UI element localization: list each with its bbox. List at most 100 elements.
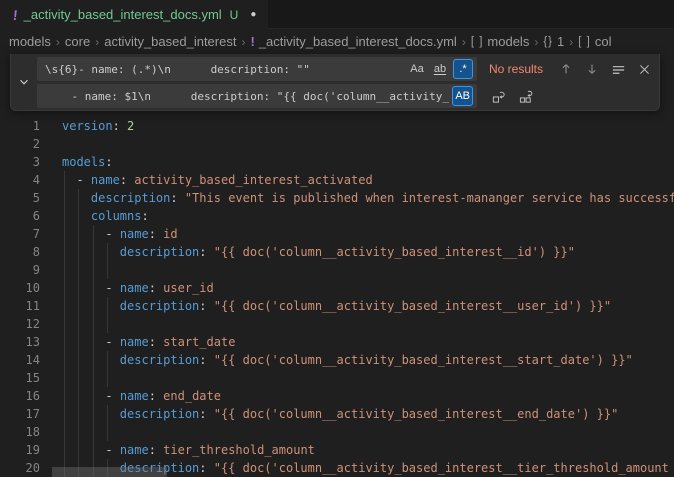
whole-word-button[interactable]: ab (430, 59, 450, 79)
line-number: 16 (0, 387, 40, 405)
line-number: 14 (0, 351, 40, 369)
breadcrumb-item-core[interactable]: core (65, 34, 90, 49)
indent-guide (107, 423, 108, 441)
line-number: 3 (0, 153, 40, 171)
symbol-object-icon: {} (543, 36, 553, 48)
line-number: 20 (0, 459, 40, 477)
close-icon (638, 63, 651, 76)
indent-guide (93, 261, 94, 279)
line-number: 15 (0, 369, 40, 387)
code-line[interactable]: 4 - name: activity_based_interest_activa… (0, 171, 674, 189)
find-row: \s{6}- name: (.*)\n description: "" Aa a… (37, 57, 655, 81)
regex-button[interactable]: .* (453, 59, 473, 79)
line-number: 11 (0, 297, 40, 315)
indent-guide (64, 315, 65, 333)
indent-guide (93, 369, 94, 387)
line-content: - name: end_date (62, 387, 221, 405)
line-content: columns: (62, 207, 149, 225)
breadcrumb-separator-icon: › (461, 35, 467, 49)
next-match-button[interactable] (581, 58, 603, 80)
breadcrumb-item-1[interactable]: {}1 (543, 34, 564, 49)
code-line[interactable]: 3 models: (0, 153, 674, 171)
close-find-button[interactable] (633, 58, 655, 80)
breadcrumb-separator-icon: › (94, 35, 100, 49)
code-line[interactable]: 8 description: "{{ doc('column__activity… (0, 243, 674, 261)
code-line[interactable]: 14 description: "{{ doc('column__activit… (0, 351, 674, 369)
line-number: 19 (0, 441, 40, 459)
breadcrumb-separator-icon: › (533, 35, 539, 49)
replace-all-icon (519, 89, 534, 104)
line-number: 2 (0, 135, 40, 153)
breadcrumb-item-activity-based-interest[interactable]: activity_based_interest (104, 34, 236, 49)
line-number: 13 (0, 333, 40, 351)
vscode-window: ! _activity_based_interest_docs.yml U ● … (0, 0, 674, 477)
breadcrumb-label: _activity_based_interest_docs.yml (259, 34, 457, 49)
breadcrumb-item-col[interactable]: [ ]col (578, 34, 611, 49)
tab-active-file[interactable]: ! _activity_based_interest_docs.yml U ● (0, 0, 268, 29)
code-line[interactable]: 16 - name: end_date (0, 387, 674, 405)
breadcrumb-item-models[interactable]: [ ]models (471, 34, 530, 49)
line-number: 5 (0, 189, 40, 207)
line-number: 17 (0, 405, 40, 423)
indent-guide (93, 315, 94, 333)
indent-guide (64, 423, 65, 441)
line-content: description: "{{ doc('column__activity_b… (62, 405, 618, 423)
match-case-button[interactable]: Aa (407, 59, 427, 79)
indent-guide (78, 315, 79, 333)
breadcrumb-label: models (487, 34, 529, 49)
symbol-array-icon: [ ] (578, 36, 591, 48)
code-line[interactable]: 18 (0, 423, 674, 441)
replace-all-button[interactable] (515, 85, 537, 107)
symbol-array-icon: [ ] (471, 36, 484, 48)
code-line[interactable]: 2 (0, 135, 674, 153)
code-line[interactable]: 7 - name: id (0, 225, 674, 243)
breadcrumb-item--activity-based-interest-docs-yml[interactable]: ! _activity_based_interest_docs.yml (250, 34, 456, 49)
find-results-status: No results (489, 62, 543, 76)
code-line[interactable]: 1version: 2 (0, 117, 674, 135)
indent-guide (64, 369, 65, 387)
code-line[interactable]: 19 - name: tier_threshold_amount (0, 441, 674, 459)
git-untracked-badge: U (230, 8, 239, 22)
yaml-file-icon: ! (250, 34, 254, 49)
code-line[interactable]: 9 (0, 261, 674, 279)
indent-guide (64, 261, 65, 279)
yaml-file-icon: ! (12, 8, 18, 22)
horizontal-scrollbar[interactable] (52, 467, 167, 477)
find-input[interactable]: \s{6}- name: (.*)\n description: "" Aa a… (37, 57, 477, 81)
arrow-up-icon (559, 62, 573, 76)
code-line[interactable]: 11 description: "{{ doc('column__activit… (0, 297, 674, 315)
previous-match-button[interactable] (555, 58, 577, 80)
line-number: 4 (0, 171, 40, 189)
breadcrumb-separator-icon: › (55, 35, 61, 49)
code-line[interactable]: 17 description: "{{ doc('column__activit… (0, 405, 674, 423)
code-area[interactable]: 1version: 223 models:4 - name: activity_b… (0, 117, 674, 477)
selection-lines-icon (611, 62, 626, 77)
code-line[interactable]: 15 (0, 369, 674, 387)
find-replace-widget: \s{6}- name: (.*)\n description: "" Aa a… (10, 54, 660, 111)
find-in-selection-button[interactable] (607, 58, 629, 80)
tab-bar: ! _activity_based_interest_docs.yml U ● (0, 0, 674, 29)
replace-one-button[interactable] (487, 85, 509, 107)
code-line[interactable]: 13 - name: start_date (0, 333, 674, 351)
line-number: 9 (0, 261, 40, 279)
replace-icon (491, 89, 506, 104)
editor-pane[interactable]: 1version: 223 models:4 - name: activity_b… (0, 53, 674, 477)
code-line[interactable]: 12 (0, 315, 674, 333)
line-content: - name: start_date (62, 333, 235, 351)
breadcrumb-separator-icon: › (568, 35, 574, 49)
line-number: 7 (0, 225, 40, 243)
replace-input[interactable]: - name: $1\n description: "{{ doc('colum… (37, 84, 477, 108)
line-content: models: (62, 153, 113, 171)
line-number: 10 (0, 279, 40, 297)
breadcrumb: models › core › activity_based_interest ›! _ac… (0, 30, 674, 53)
toggle-replace-button[interactable] (11, 54, 37, 110)
unsaved-dot-icon[interactable]: ● (250, 9, 256, 20)
code-line[interactable]: 10 - name: user_id (0, 279, 674, 297)
tab-filename: _activity_based_interest_docs.yml (24, 7, 222, 22)
code-line[interactable]: 6 columns: (0, 207, 674, 225)
preserve-case-button[interactable]: AB (452, 86, 473, 106)
replace-text: - name: $1\n description: "{{ doc('colum… (45, 90, 449, 103)
code-line[interactable]: 5 description: "This event is published … (0, 189, 674, 207)
breadcrumb-item-models[interactable]: models (9, 34, 51, 49)
breadcrumb-separator-icon: › (240, 35, 246, 49)
